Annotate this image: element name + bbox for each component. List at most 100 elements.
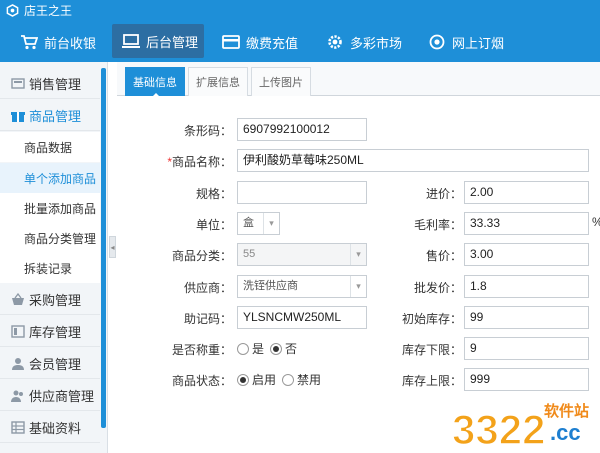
nav-online-cigarette-order[interactable]: 网上订烟	[428, 22, 504, 62]
nav-label: 网上订烟	[452, 35, 505, 51]
mnemonic-input[interactable]: YLSNCMW250ML	[237, 306, 367, 329]
chevron-down-icon: ▾	[350, 244, 366, 265]
sidebar-item-add-single-product[interactable]: 单个添加商品	[0, 163, 100, 193]
product-name-input[interactable]: 伊利酸奶草莓味250ML	[237, 149, 589, 172]
product-name-label-text: 商品名称：	[171, 155, 232, 169]
nav-payment-recharge[interactable]: 缴费充值	[222, 22, 298, 62]
unit-select[interactable]: 盒 ▾	[237, 212, 280, 235]
sidebar-group-basic-data[interactable]: 基础资料	[0, 413, 100, 443]
tab-extended-info[interactable]: 扩展信息	[188, 67, 248, 96]
person-icon	[10, 356, 25, 371]
stock-min-label: 库存下限：	[401, 343, 462, 357]
unit-label: 单位：	[195, 218, 232, 232]
sidebar-item-label: 拆装记录	[24, 261, 73, 276]
percent-suffix: %	[592, 215, 600, 229]
nav-label: 后台管理	[146, 34, 199, 50]
sidebar-item-product-data[interactable]: 商品数据	[0, 132, 100, 162]
nav-frontdesk-cashier[interactable]: 前台收银	[20, 22, 96, 62]
stock-min-input[interactable]: 9	[464, 337, 589, 360]
monitor-icon	[122, 32, 140, 50]
radio-label: 否	[285, 342, 298, 356]
table-icon	[10, 420, 25, 435]
sale-price-input[interactable]: 3.00	[464, 243, 589, 266]
nav-label: 缴费充值	[246, 35, 299, 51]
sidebar-item-label: 商品数据	[24, 140, 73, 155]
barcode-label: 条形码：	[183, 124, 232, 138]
sidebar-group-label: 销售管理	[29, 77, 82, 92]
sidebar-item-label: 单个添加商品	[24, 171, 97, 186]
tab-basic-info[interactable]: 基础信息	[125, 67, 185, 97]
sidebar-group-inventory[interactable]: 库存管理	[0, 317, 100, 347]
radio-label: 是	[252, 342, 265, 356]
tab-label: 扩展信息	[196, 77, 240, 89]
weighed-radio-group: 是 否	[237, 340, 303, 357]
status-enabled-radio[interactable]	[237, 373, 249, 386]
radio-label: 启用	[252, 373, 277, 387]
sidebar-group-members[interactable]: 会员管理	[0, 349, 100, 379]
category-selected-value: 55	[243, 248, 256, 260]
nav-label: 多彩市场	[350, 35, 403, 51]
tab-label: 基础信息	[133, 77, 177, 89]
card-icon	[222, 33, 240, 51]
sidebar-item-label: 商品分类管理	[24, 231, 97, 246]
spec-label: 规格：	[195, 187, 232, 201]
chevron-down-icon: ▾	[350, 276, 366, 297]
people-icon	[10, 388, 25, 403]
spec-input[interactable]	[237, 181, 367, 204]
top-navigation: 前台收银 后台管理 缴费充值 多彩市场 网上订烟	[0, 22, 600, 62]
tab-label: 上传图片	[259, 77, 303, 89]
weighed-no-radio[interactable]	[270, 342, 283, 355]
sidebar-item-assembly-records[interactable]: 拆装记录	[0, 253, 100, 283]
nav-label: 前台收银	[44, 35, 97, 51]
sidebar-group-label: 商品管理	[29, 109, 82, 124]
sidebar-group-label: 基础资料	[29, 421, 82, 436]
status-label: 商品状态：	[171, 374, 232, 388]
svg-text:3322: 3322	[452, 406, 545, 453]
sidebar: 销售管理 商品管理 商品数据 单个添加商品 批量添加商品 商品分类管理 拆装记录…	[0, 62, 108, 453]
cost-price-input[interactable]: 2.00	[464, 181, 589, 204]
category-select[interactable]: 55 ▾	[237, 243, 367, 266]
barcode-input[interactable]: 6907992100012	[237, 118, 367, 141]
margin-input[interactable]: 33.33	[464, 212, 589, 235]
sale-price-label: 售价：	[425, 249, 462, 263]
title-bar: 店王之王	[0, 0, 600, 22]
supplier-selected-value: 洗铚供应商	[243, 280, 298, 292]
supplier-select[interactable]: 洗铚供应商 ▾	[237, 275, 367, 298]
supplier-label: 供应商：	[183, 281, 232, 295]
status-radio-group: 启用 禁用	[237, 371, 327, 388]
sidebar-group-products[interactable]: 商品管理	[0, 101, 100, 131]
sidebar-group-sales[interactable]: 销售管理	[0, 69, 100, 99]
sidebar-item-category-management[interactable]: 商品分类管理	[0, 223, 100, 253]
nav-colorful-market[interactable]: 多彩市场	[326, 22, 402, 62]
chevron-down-icon: ▾	[263, 213, 279, 234]
tab-upload-image[interactable]: 上传图片	[251, 67, 311, 96]
sidebar-item-label: 批量添加商品	[24, 201, 97, 216]
weighed-label: 是否称重：	[171, 343, 232, 357]
sidebar-collapse-handle[interactable]: ◂	[109, 236, 116, 258]
sidebar-group-label: 库存管理	[29, 325, 82, 340]
sidebar-group-purchasing[interactable]: 采购管理	[0, 285, 100, 315]
stock-max-input[interactable]: 999	[464, 368, 589, 391]
wholesale-price-label: 批发价：	[413, 281, 462, 295]
stock-max-label: 库存上限：	[401, 374, 462, 388]
mnemonic-label: 助记码：	[183, 312, 232, 326]
unit-selected-value: 盒	[243, 217, 254, 229]
status-disabled-radio[interactable]	[282, 373, 295, 386]
weighed-yes-radio[interactable]	[237, 342, 249, 355]
sidebar-item-batch-add-products[interactable]: 批量添加商品	[0, 193, 100, 223]
window-title: 店王之王	[24, 4, 73, 18]
chevron-left-icon: ◂	[110, 242, 115, 252]
nav-backend-management[interactable]: 后台管理	[112, 24, 204, 58]
stock-icon	[10, 324, 25, 339]
margin-label: 毛利率：	[413, 218, 462, 232]
sidebar-group-label: 供应商管理	[29, 389, 95, 404]
wholesale-price-input[interactable]: 1.8	[464, 275, 589, 298]
category-label: 商品分类：	[171, 249, 232, 263]
sidebar-scrollbar[interactable]	[101, 68, 106, 428]
svg-text:软件站: 软件站	[544, 402, 589, 420]
sidebar-group-label: 会员管理	[29, 357, 82, 372]
sidebar-group-suppliers[interactable]: 供应商管理	[0, 381, 100, 411]
svg-text:.cc: .cc	[550, 420, 581, 445]
initial-stock-label: 初始库存：	[401, 312, 462, 326]
initial-stock-input[interactable]: 99	[464, 306, 589, 329]
